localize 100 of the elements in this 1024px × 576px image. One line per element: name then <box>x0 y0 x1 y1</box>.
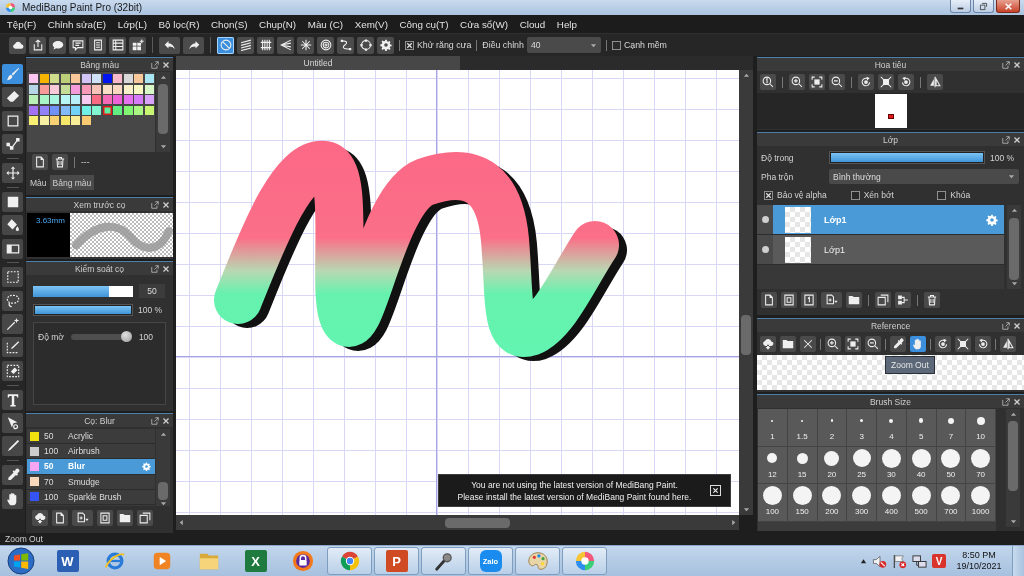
reference-button[interactable] <box>800 336 816 352</box>
tool-button[interactable] <box>2 162 23 183</box>
color-swatch[interactable] <box>60 95 70 104</box>
size-value-field[interactable]: 50 <box>139 284 165 298</box>
tool-button[interactable] <box>2 238 23 259</box>
tool-button[interactable] <box>2 290 23 311</box>
reference-button[interactable] <box>760 336 776 352</box>
menu-item[interactable]: Màu (C) <box>301 18 349 30</box>
show-hidden-icons-button[interactable] <box>860 557 867 565</box>
menu-item[interactable]: Cloud <box>513 18 552 30</box>
color-swatch[interactable] <box>144 95 154 104</box>
scrollbar-thumb[interactable] <box>158 84 168 134</box>
checkbox[interactable] <box>405 40 414 50</box>
navigator-button[interactable] <box>789 74 805 90</box>
taskbar-button[interactable]: W <box>45 547 90 575</box>
clock-time[interactable]: 8:50 PM <box>962 550 996 561</box>
layer-button[interactable] <box>801 292 817 308</box>
redo-button[interactable] <box>183 36 204 54</box>
visibility-toggle[interactable] <box>757 235 773 264</box>
taskbar-button[interactable] <box>421 547 466 575</box>
brush-size-option[interactable]: 12 <box>758 446 788 484</box>
layer-button[interactable] <box>821 292 842 308</box>
color-swatch[interactable] <box>29 95 38 104</box>
settings-button[interactable] <box>377 36 394 54</box>
scrollbar[interactable] <box>1007 205 1021 289</box>
reference-button[interactable] <box>845 336 861 352</box>
delete-button[interactable] <box>52 154 68 170</box>
color-swatch[interactable] <box>92 74 101 83</box>
brush-size-option[interactable]: 1000 <box>966 484 996 522</box>
brush-size-option[interactable]: 5 <box>906 409 937 447</box>
snap-button[interactable] <box>317 36 334 54</box>
color-swatch[interactable] <box>123 84 133 94</box>
layer-button[interactable] <box>875 292 891 308</box>
reference-button[interactable] <box>975 336 991 352</box>
correction-dropdown[interactable]: 40 <box>526 37 601 53</box>
slider-thumb[interactable] <box>120 331 132 342</box>
visibility-toggle[interactable] <box>757 205 773 234</box>
navigator-button[interactable] <box>898 74 914 90</box>
scrollbar[interactable] <box>176 515 739 530</box>
flag-icon[interactable] <box>892 553 907 569</box>
menu-item[interactable]: Chụp(N) <box>253 18 302 30</box>
color-swatch[interactable] <box>71 105 80 115</box>
color-swatch[interactable] <box>113 95 122 104</box>
color-swatch[interactable] <box>134 74 143 83</box>
size-slider-track[interactable] <box>33 285 133 297</box>
brush-size-option[interactable]: 700 <box>936 484 967 522</box>
input-method-logo[interactable]: V <box>932 554 946 568</box>
navigator-button[interactable] <box>927 74 943 90</box>
color-swatch[interactable] <box>71 95 80 104</box>
brush-size-option[interactable]: 10 <box>966 409 996 447</box>
layer-button[interactable] <box>846 292 862 308</box>
popout-button[interactable] <box>1002 321 1010 330</box>
color-swatch[interactable] <box>113 105 122 115</box>
snap-button[interactable] <box>217 36 234 54</box>
brush-size-option[interactable]: 25 <box>847 446 877 484</box>
color-swatch[interactable] <box>50 116 59 125</box>
brush-size-option[interactable]: 1.5 <box>787 409 818 447</box>
color-swatch[interactable] <box>71 116 80 125</box>
document-tab[interactable]: Untitled <box>176 56 460 70</box>
menu-item[interactable]: Tệp(F) <box>1 18 42 30</box>
scrollbar-thumb[interactable] <box>1008 421 1018 491</box>
drawing-canvas[interactable]: You are not using the latest version of MediBang Paint. Please install the latest version of MediBang Paint found here. <box>176 70 739 515</box>
color-swatch[interactable] <box>102 105 112 115</box>
snap-button[interactable] <box>237 36 254 54</box>
color-swatch[interactable] <box>29 74 38 83</box>
tool-button[interactable] <box>2 134 23 155</box>
menu-item[interactable]: Cửa sổ(W) <box>454 18 514 30</box>
color-swatch[interactable] <box>60 116 70 125</box>
taskbar-button[interactable]: X <box>233 547 278 575</box>
color-swatch[interactable] <box>134 84 143 94</box>
popout-button[interactable] <box>151 264 159 273</box>
panel-button[interactable] <box>97 510 113 526</box>
color-swatch[interactable] <box>71 84 80 94</box>
toolbar-button[interactable] <box>69 36 86 54</box>
tool-button[interactable] <box>2 191 23 212</box>
canvas-thumbnail[interactable] <box>874 94 907 128</box>
reference-button[interactable] <box>890 336 906 352</box>
brush-list-item[interactable]: 50 Acrylic <box>27 429 155 445</box>
popout-button[interactable] <box>151 200 159 209</box>
scrollbar-thumb[interactable] <box>741 315 751 355</box>
checkbox[interactable] <box>937 190 947 200</box>
network-icon[interactable] <box>912 553 927 569</box>
toolbar-button[interactable] <box>9 36 26 54</box>
panel-tab[interactable]: Màu <box>27 175 50 190</box>
color-swatch[interactable] <box>92 84 101 94</box>
color-swatch[interactable] <box>81 105 91 115</box>
color-swatch[interactable] <box>60 105 70 115</box>
color-swatch[interactable] <box>39 84 49 94</box>
color-swatch[interactable] <box>123 105 133 115</box>
tool-button[interactable] <box>2 465 23 486</box>
color-swatch[interactable] <box>81 84 91 94</box>
layer-button[interactable] <box>924 292 940 308</box>
reference-button[interactable] <box>865 336 881 352</box>
blend-mode-dropdown[interactable]: Bình thường <box>829 169 1019 184</box>
color-swatch[interactable] <box>50 105 59 115</box>
scrollbar-thumb[interactable] <box>1009 218 1019 280</box>
color-swatch[interactable] <box>144 74 154 83</box>
color-swatch[interactable] <box>102 84 112 94</box>
menu-item[interactable]: Chỉnh sửa(E) <box>42 18 112 30</box>
brush-size-option[interactable]: 300 <box>847 484 877 522</box>
